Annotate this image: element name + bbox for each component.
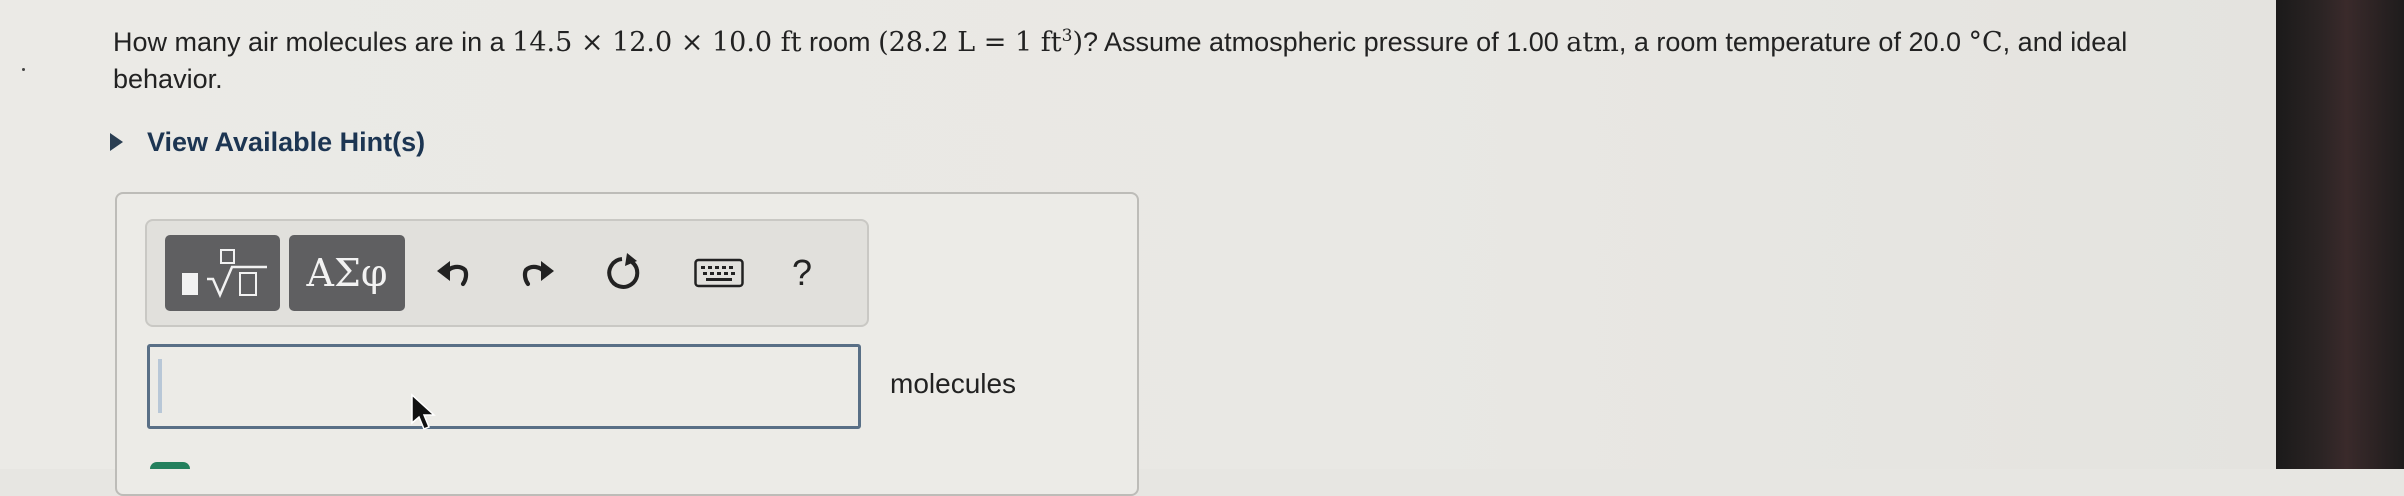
view-hints-label: View Available Hint(s) [147, 126, 426, 157]
conversion-factor: (28.2 L = 1 ft3) [878, 26, 1083, 58]
redo-icon [522, 261, 554, 287]
view-hints-toggle[interactable]: View Available Hint(s) [110, 125, 425, 159]
room-dimensions: 14.5 × 12.0 × 10.0 ft [512, 27, 802, 58]
math-toolbar: ΑΣφ ? [145, 219, 869, 327]
screen-edge [2276, 0, 2404, 469]
answer-unit-label: molecules [890, 368, 1017, 399]
templates-button[interactable] [165, 235, 280, 311]
question-text: How many air molecules are in a 14.5 × 1… [113, 26, 2128, 94]
redo-button[interactable] [509, 235, 569, 311]
undo-button[interactable] [422, 235, 482, 311]
text-caret [158, 359, 162, 413]
left-dot [22, 68, 25, 71]
keyboard-button[interactable] [679, 235, 759, 311]
keyboard-icon [694, 258, 744, 288]
greek-symbols-button[interactable]: ΑΣφ [289, 235, 405, 311]
caret-right-icon [110, 133, 123, 151]
help-button[interactable]: ? [772, 235, 832, 311]
submit-button-edge[interactable] [150, 462, 190, 469]
problem-page: How many air molecules are in a 14.5 × 1… [0, 0, 2276, 496]
pressure-unit: atm [1566, 27, 1619, 58]
answer-input[interactable] [147, 344, 861, 429]
reset-button[interactable] [592, 235, 652, 311]
undo-icon [437, 261, 469, 287]
mouse-pointer-icon [411, 393, 436, 430]
temperature-unit: °C [1968, 27, 2003, 58]
reset-icon [607, 253, 640, 289]
square-root-template-icon [181, 249, 267, 299]
